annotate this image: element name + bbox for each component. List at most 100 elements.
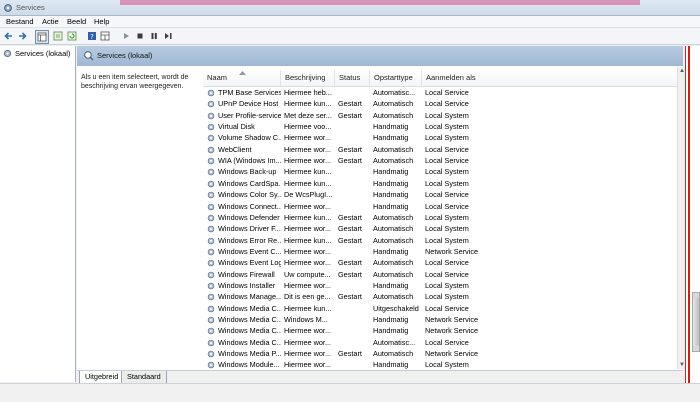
service-description: Hiermee kun...	[284, 167, 332, 177]
restart-icon[interactable]	[162, 30, 174, 42]
table-row[interactable]: UPnP Device Host Hiermee kun... Gestart Aut…	[203, 98, 679, 109]
service-startup-type: Handmatig	[373, 167, 409, 177]
menu-beeld[interactable]: Beeld	[67, 17, 86, 26]
outer-scrollbar-thumb[interactable]	[693, 298, 699, 346]
table-row[interactable]: WIA (Windows Im... Hiermee wor... Gestart A…	[203, 155, 679, 166]
table-row[interactable]: Windows Media C... Hiermee wor... Automati…	[203, 337, 679, 348]
service-status	[335, 325, 370, 336]
table-row[interactable]: Windows Installer Hiermee wor... Handmatig…	[203, 280, 679, 291]
service-description: Met deze ser...	[284, 110, 332, 120]
service-description: Hiermee wor...	[284, 246, 332, 256]
service-startup-type: Handmatig	[373, 201, 409, 211]
pause-icon[interactable]	[148, 30, 160, 42]
view-icon[interactable]	[99, 30, 111, 42]
back-arrow-icon[interactable]	[3, 30, 15, 42]
service-name: Windows Manage...	[218, 292, 281, 302]
column-header-aanmelden-als[interactable]: Aanmelden als	[422, 70, 679, 86]
column-header-label: Naam	[207, 73, 228, 82]
menu-help[interactable]: Help	[94, 17, 109, 26]
service-name: Windows Connect...	[218, 201, 281, 211]
table-row[interactable]: User Profile-service Met deze ser... Gesta…	[203, 110, 679, 121]
menu-bestand[interactable]: Bestand	[6, 17, 34, 26]
service-name: Windows Event C...	[218, 246, 281, 256]
table-row[interactable]: Windows Back-up Hiermee kun... Handmatig Lo…	[203, 166, 679, 177]
table-row[interactable]: Windows Error Re... Hiermee kun... Gestart…	[203, 235, 679, 246]
start-icon[interactable]	[120, 30, 132, 42]
service-logon-as: Local Service	[425, 303, 469, 313]
table-row[interactable]: Windows Event Log Hiermee wor... Gestart Au…	[203, 257, 679, 268]
sort-ascending-icon	[239, 71, 246, 75]
table-row[interactable]: Windows Media C... Hiermee wor... Handmati…	[203, 325, 679, 336]
table-row[interactable]: Windows Driver F... Hiermee wor... Gestart…	[203, 223, 679, 234]
menu-actie[interactable]: Actie	[42, 17, 59, 26]
service-logon-as: Local System	[425, 122, 469, 132]
service-description: Dit is een ge...	[284, 292, 331, 302]
service-logon-as: Local Service	[425, 99, 469, 109]
list-scrollbar[interactable]: ▲ ▼	[677, 67, 685, 369]
service-description: Hiermee wor...	[284, 326, 332, 336]
column-header-beschrijving[interactable]: Beschrijving	[281, 70, 335, 86]
service-description: Hiermee kun...	[284, 178, 332, 188]
service-logon-as: Local System	[425, 212, 469, 222]
service-logon-as: Local Service	[425, 269, 469, 279]
table-row[interactable]: Volume Shadow C... Hiermee wor... Handmati…	[203, 132, 679, 143]
service-status: Gestart	[338, 156, 362, 166]
table-row[interactable]: Windows Color Sy... De WcsPlugI... Handmat…	[203, 189, 679, 200]
table-row[interactable]: Virtual Disk Hiermee voo... Handmatig Local…	[203, 121, 679, 132]
service-description: Hiermee wor...	[284, 144, 332, 154]
service-status: Gestart	[338, 224, 362, 234]
refresh-icon[interactable]	[66, 30, 78, 42]
service-logon-as: Local Service	[425, 201, 469, 211]
properties-icon[interactable]	[52, 30, 64, 42]
table-row[interactable]: Windows Media C... Windows M... Handmatig N…	[203, 314, 679, 325]
table-row[interactable]: Windows CardSpa... Hiermee kun... Handmati…	[203, 178, 679, 189]
service-name: Windows Media P...	[218, 349, 281, 359]
service-startup-type: Handmatig	[373, 326, 409, 336]
table-row[interactable]: Windows Firewall Uw compute... Gestart Auto…	[203, 269, 679, 280]
table-row[interactable]: WebClient Hiermee wor... Gestart Automatisc…	[203, 144, 679, 155]
service-description: Hiermee wor...	[284, 156, 332, 166]
service-name: WIA (Windows Im...	[218, 156, 281, 166]
tree-item-services-local[interactable]: Services (lokaal)	[3, 49, 70, 58]
table-row[interactable]: Windows Manage... Dit is een ge... Gestart…	[203, 291, 679, 302]
service-description: Hiermee voo...	[284, 122, 332, 132]
table-row[interactable]: Windows Media C... Hiermee kun... Uitgesch…	[203, 303, 679, 314]
service-logon-as: Local Service	[425, 258, 469, 268]
service-startup-type: Uitgeschakeld	[373, 303, 419, 313]
help-icon[interactable]: ?	[86, 30, 98, 42]
table-row[interactable]: Windows Media P... Hiermee wor... Gestart A…	[203, 348, 679, 359]
column-header-opstarttype[interactable]: Opstarttype	[370, 70, 422, 86]
service-startup-type: Handmatig	[373, 190, 409, 200]
service-logon-as: Local System	[425, 167, 469, 177]
service-description: Hiermee heb...	[284, 88, 332, 97]
services-list[interactable]: Naam Beschrijving Status Opstarttype Aan…	[203, 70, 679, 370]
service-startup-type: Automatisch	[373, 349, 414, 359]
panel-header: Services (lokaal)	[77, 46, 683, 66]
service-status: Gestart	[338, 110, 362, 120]
console-tree: Services (lokaal)	[0, 46, 76, 382]
service-name: User Profile-service	[218, 110, 281, 120]
service-description: Hiermee wor...	[284, 201, 332, 211]
service-logon-as: Local System	[425, 224, 469, 234]
forward-arrow-icon[interactable]	[16, 30, 28, 42]
service-logon-as: Network Service	[425, 315, 479, 324]
table-row[interactable]: Windows Connect... Hiermee wor... Handmati…	[203, 201, 679, 212]
service-name: Windows Color Sy...	[218, 190, 281, 200]
table-row[interactable]: Windows Event C... Hiermee wor... Handmati…	[203, 246, 679, 257]
stop-icon[interactable]	[134, 30, 146, 42]
service-name: Windows CardSpa...	[218, 178, 281, 188]
column-header-status[interactable]: Status	[335, 70, 370, 86]
service-logon-as: Local System	[425, 280, 469, 290]
console-tree-icon[interactable]	[35, 30, 49, 44]
service-logon-as: Network Service	[425, 349, 479, 359]
menu-bar: Bestand Actie Beeld Help	[0, 16, 700, 28]
service-status	[335, 166, 370, 177]
service-startup-type: Automatisch	[373, 292, 414, 302]
table-row[interactable]: TPM Base Services Hiermee heb... Automatis…	[203, 87, 679, 98]
service-logon-as: Local System	[425, 178, 469, 188]
title-bar: Services	[0, 0, 700, 16]
service-description: Hiermee wor...	[284, 349, 332, 359]
column-header-naam[interactable]: Naam	[203, 70, 281, 86]
table-row[interactable]: Windows Defender Hiermee kun... Gestart Aut…	[203, 212, 679, 223]
service-status	[335, 121, 370, 132]
